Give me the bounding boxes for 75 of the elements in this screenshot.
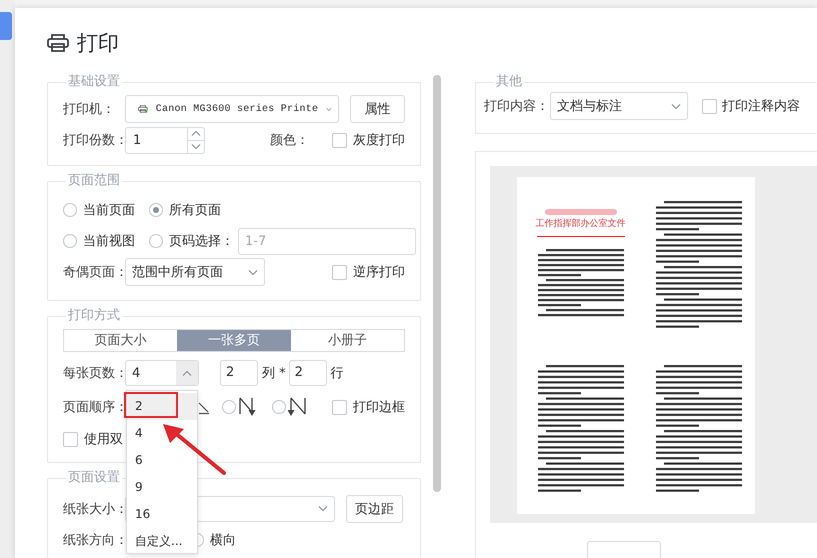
field-label: 颜色： — [270, 132, 310, 149]
printer-dropdown[interactable]: Canon MG3600 series Printe — [125, 95, 339, 123]
tab[interactable]: 小册子 — [290, 330, 404, 351]
scrollbar[interactable] — [433, 75, 441, 492]
dialog-title: 打印 — [77, 30, 119, 57]
dropdown-value: 文档与标注 — [557, 98, 623, 115]
radio-button[interactable] — [63, 203, 77, 217]
checkbox-label: 打印边框 — [353, 399, 405, 416]
page-order-icon — [238, 397, 258, 417]
menu-item[interactable]: 4 — [127, 420, 197, 447]
blurred-header — [544, 209, 616, 215]
menu-item[interactable]: 2 — [127, 393, 197, 420]
group-legend: 页面范围 — [66, 173, 122, 189]
chevron-down-icon — [318, 505, 328, 512]
print-content-dropdown[interactable]: 文档与标注 — [550, 92, 688, 120]
dropdown-value: 4 — [132, 366, 142, 380]
printer-status-icon — [138, 102, 148, 116]
radio-label: 所有页面 — [169, 202, 221, 219]
checkbox[interactable] — [63, 432, 78, 446]
checkbox-label: 灰度打印 — [353, 132, 405, 149]
dropdown-value: Canon MG3600 series Printe — [156, 104, 318, 114]
field-label: 打印内容： — [484, 98, 549, 115]
radio-button[interactable] — [272, 400, 286, 414]
properties-button[interactable]: 属性 — [350, 95, 405, 123]
page-range-field[interactable]: 1-7 — [238, 228, 416, 254]
menu-item[interactable]: 6 — [127, 447, 197, 474]
field-label: 页面顺序： — [63, 399, 125, 416]
columns-field[interactable]: 2 — [220, 360, 258, 386]
checkbox[interactable] — [702, 98, 717, 114]
radio-label: 页码选择： — [169, 233, 234, 250]
group-legend: 基础设置 — [66, 74, 122, 90]
group-legend: 页面设置 — [66, 470, 122, 486]
radio-button[interactable] — [63, 234, 77, 248]
rows-field[interactable]: 2 — [288, 360, 327, 386]
field-label: 纸张方向： — [63, 532, 125, 549]
checkbox[interactable] — [332, 264, 347, 280]
copies-spinner[interactable]: 1 — [125, 126, 205, 154]
tab[interactable]: 页面大小 — [64, 330, 178, 351]
dropdown-value: 范围中所有页面 — [132, 264, 224, 281]
radio-button[interactable] — [149, 203, 163, 217]
radio-label: 当前视图 — [83, 233, 135, 250]
radio-label: 横向 — [210, 532, 236, 549]
margins-button[interactable]: 页边距 — [346, 494, 403, 522]
radio-button[interactable] — [222, 400, 236, 414]
group-legend: 打印方式 — [66, 308, 122, 324]
radio-label: 当前页面 — [83, 202, 135, 219]
chevron-up-icon — [182, 370, 192, 376]
checkbox[interactable] — [332, 400, 347, 414]
printer-icon — [47, 33, 69, 53]
checkbox-label: 打印注释内容 — [722, 98, 800, 115]
highlight-box — [124, 392, 178, 418]
checkbox-label: 逆序打印 — [353, 264, 405, 281]
field-label: 奇偶页面： — [63, 264, 125, 281]
chevron-up-icon — [191, 130, 201, 137]
pages-per-sheet-dropdown[interactable]: 4 — [125, 360, 199, 386]
rows-label: 行 — [330, 365, 344, 382]
field-label: 打印机： — [63, 101, 116, 118]
field-label: 每张页数： — [63, 365, 125, 382]
odd-even-dropdown[interactable]: 范围中所有页面 — [125, 258, 265, 286]
group-legend: 其他 — [494, 74, 524, 90]
checkbox-label: 使用双 — [84, 431, 123, 448]
document-title: 工作指挥部办公室文件 — [536, 218, 626, 230]
menu-item[interactable]: 16 — [127, 501, 197, 528]
chevron-down-icon — [248, 268, 258, 276]
chevron-down-icon — [671, 102, 681, 110]
field-label: 纸张大小： — [63, 500, 125, 518]
field-label: 打印份数： — [63, 132, 125, 149]
chevron-down-icon — [326, 106, 332, 112]
radio-button[interactable] — [149, 234, 163, 248]
page-order-icon — [288, 397, 308, 417]
menu-item[interactable]: 自定义... — [127, 528, 197, 555]
columns-label: 列 * — [262, 365, 286, 382]
spinner-value: 1 — [132, 132, 142, 150]
chevron-down-icon — [191, 143, 201, 150]
checkbox[interactable] — [332, 132, 347, 148]
